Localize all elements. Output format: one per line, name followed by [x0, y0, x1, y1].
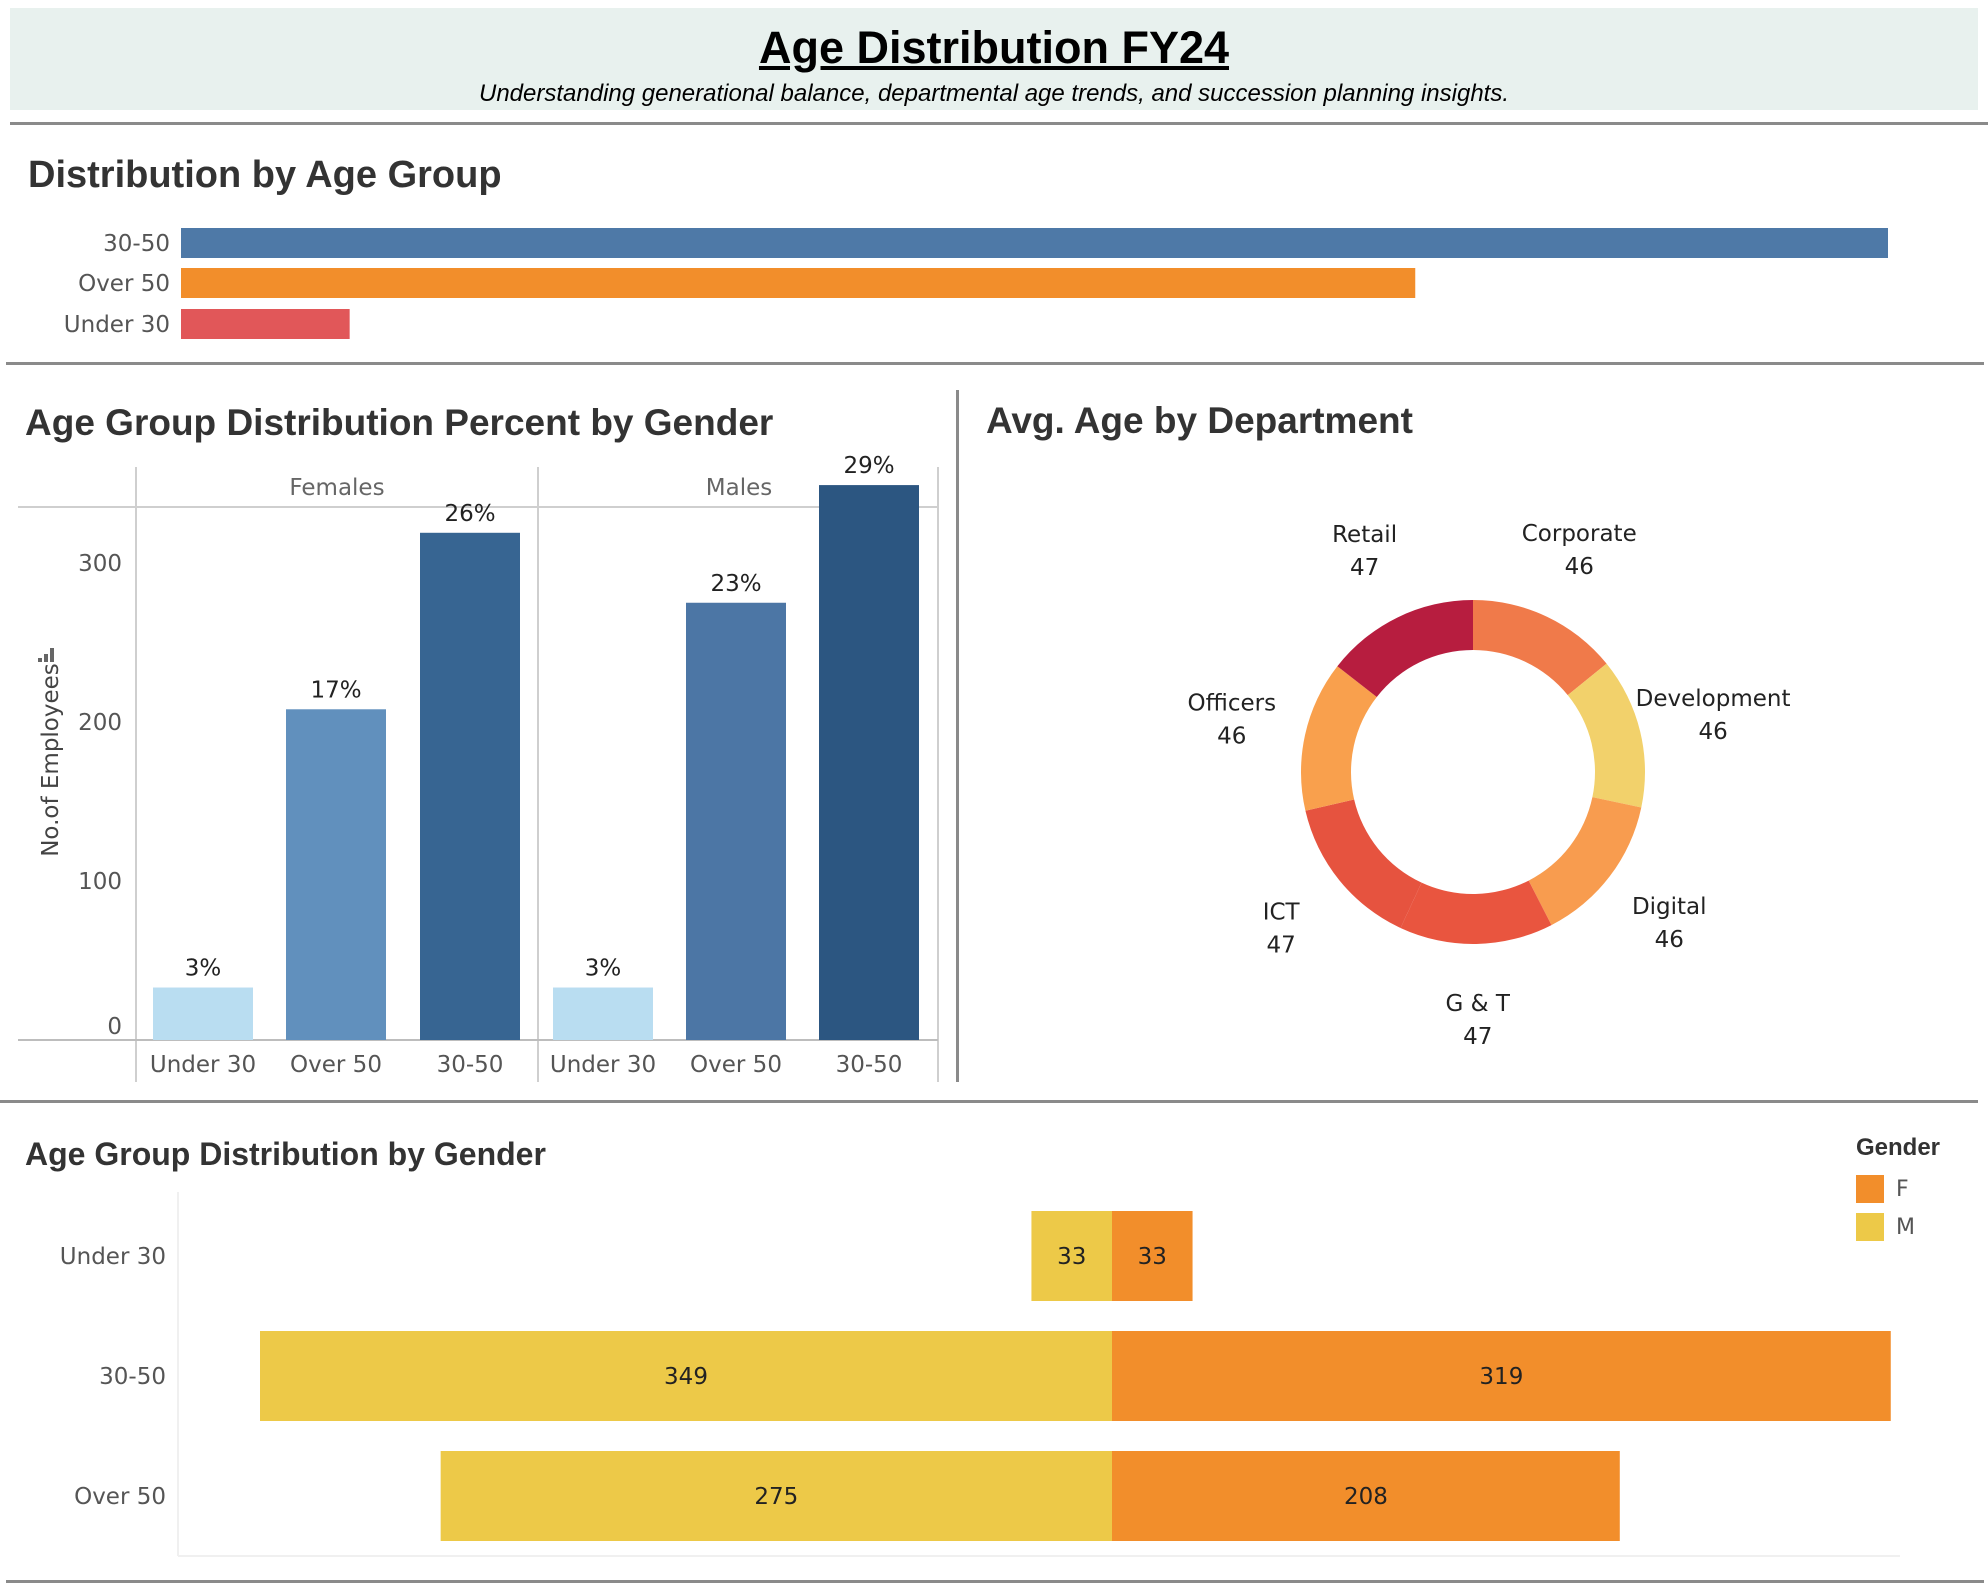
female-value-label: 208: [1344, 1484, 1388, 1510]
male-value-label: 275: [754, 1484, 798, 1510]
male-value-label: 349: [664, 1364, 708, 1390]
age-group-row-label: 30-50: [99, 1364, 166, 1390]
male-value-label: 33: [1057, 1244, 1086, 1270]
divider: [6, 1580, 1984, 1583]
female-value-label: 33: [1138, 1244, 1167, 1270]
gender-distribution-diverging-chart: Under 30 33 33 30-50 349 319 Over 50 275 208: [60, 1192, 1900, 1557]
gender-legend: Gender F M: [1856, 1134, 1940, 1246]
legend-item-f[interactable]: F: [1856, 1170, 1940, 1208]
legend-swatch-m: [1856, 1213, 1884, 1241]
legend-label-m: M: [1896, 1214, 1915, 1240]
legend-label-f: F: [1896, 1176, 1909, 1202]
age-group-row-label: Over 50: [74, 1484, 166, 1510]
legend-title: Gender: [1856, 1134, 1941, 1161]
legend-item-m[interactable]: M: [1856, 1208, 1940, 1246]
female-value-label: 319: [1479, 1364, 1523, 1390]
legend-swatch-f: [1856, 1175, 1884, 1203]
age-group-row-label: Under 30: [60, 1244, 166, 1270]
